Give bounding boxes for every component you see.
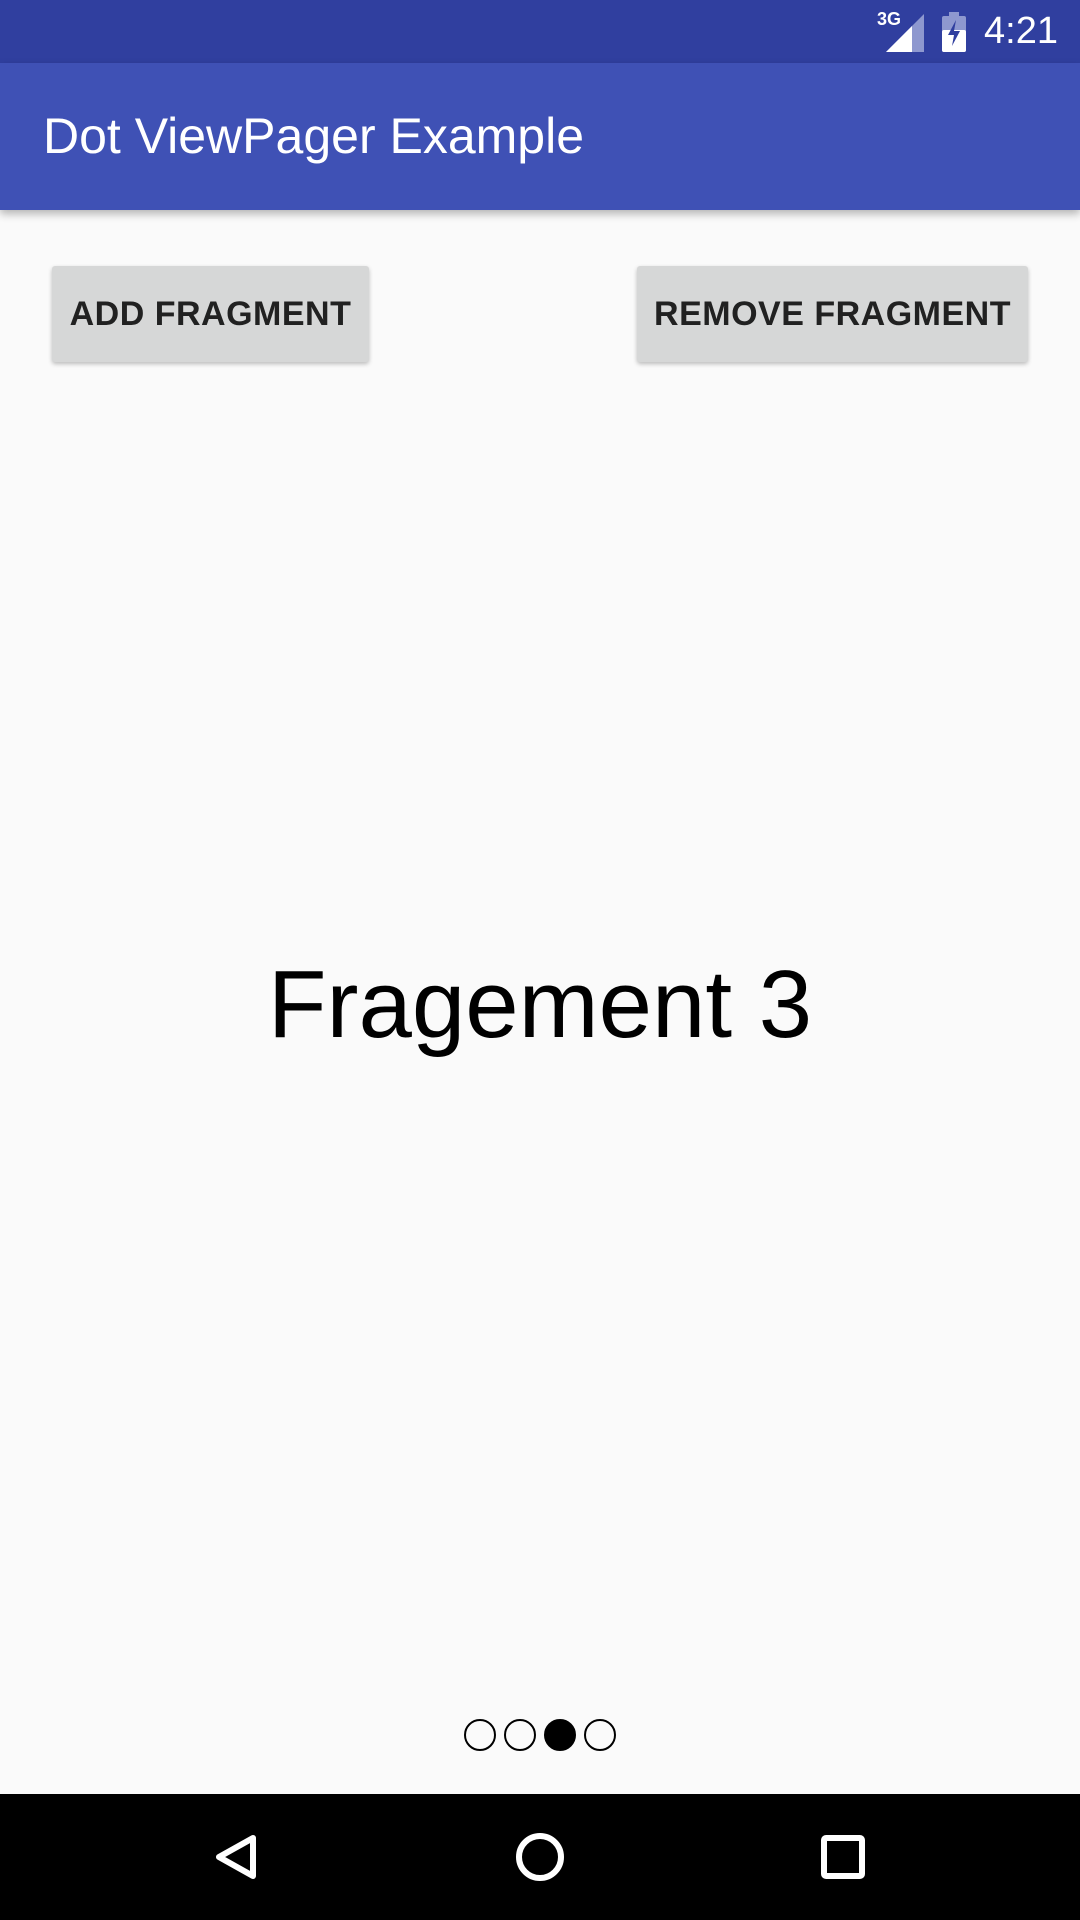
status-icons: 3G 4:21 xyxy=(877,0,1058,63)
battery-charging-icon xyxy=(942,11,967,52)
status-bar: 3G 4:21 xyxy=(0,0,1080,63)
back-icon[interactable] xyxy=(203,1824,269,1890)
app-bar: Dot ViewPager Example xyxy=(0,63,1080,210)
page-indicator xyxy=(0,1719,1080,1751)
page-dot[interactable] xyxy=(504,1719,536,1751)
home-icon[interactable] xyxy=(507,1824,573,1890)
page-dot[interactable] xyxy=(464,1719,496,1751)
signal-icon: 3G xyxy=(877,10,925,52)
navigation-bar xyxy=(0,1794,1080,1920)
fragment-content-label: Fragement 3 xyxy=(267,951,813,1058)
recents-icon[interactable] xyxy=(810,1824,876,1890)
app-title: Dot ViewPager Example xyxy=(43,108,585,164)
remove-fragment-button[interactable]: REMOVE FRAGMENT xyxy=(637,266,1028,362)
add-fragment-button[interactable]: ADD FRAGMENT xyxy=(52,266,369,362)
page-dot[interactable] xyxy=(584,1719,616,1751)
status-clock: 4:21 xyxy=(984,10,1058,52)
page-dot-active[interactable] xyxy=(544,1719,576,1751)
